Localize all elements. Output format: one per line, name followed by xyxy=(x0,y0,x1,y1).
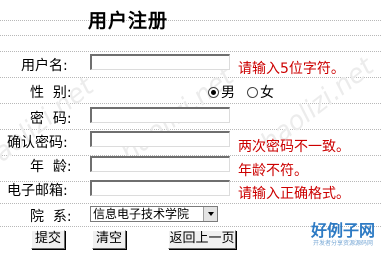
confirm-password-error: 两次密码不一致。 xyxy=(238,139,350,155)
age-label: 年 龄: xyxy=(30,159,72,175)
gender-male-option[interactable]: 男 xyxy=(208,82,235,102)
department-label: 院 系: xyxy=(30,209,72,225)
gender-female-option[interactable]: 女 xyxy=(247,82,274,102)
submit-button[interactable]: 提交 xyxy=(31,230,65,249)
clear-button[interactable]: 清空 xyxy=(92,230,126,249)
radio-unchecked-icon[interactable] xyxy=(247,86,258,98)
email-input[interactable] xyxy=(90,180,230,196)
logo-text: 好例子网 xyxy=(310,221,375,240)
page-title: 用户注册 xyxy=(88,10,169,32)
password-label: 密 码: xyxy=(30,111,72,127)
gender-male-label: 男 xyxy=(221,85,235,101)
confirm-password-label: 确认密码: xyxy=(7,135,68,151)
chevron-down-icon[interactable] xyxy=(203,207,217,221)
age-error: 年龄不符。 xyxy=(238,163,308,179)
email-label: 电子邮箱: xyxy=(7,183,68,199)
dotted-line xyxy=(0,51,381,52)
dotted-line xyxy=(0,20,381,21)
username-error: 请输入5位字符。 xyxy=(238,61,345,77)
username-label: 用户名: xyxy=(21,58,68,74)
email-error: 请输入正确格式。 xyxy=(238,186,350,202)
logo-tagline: 开发者分享资源源码网 xyxy=(312,240,373,247)
site-logo: 好例子网 开发者分享资源源码网 xyxy=(310,221,375,248)
department-selected-value: 信息电子技术学院 xyxy=(93,207,190,221)
radio-checked-icon[interactable] xyxy=(208,86,219,98)
password-input[interactable] xyxy=(90,107,230,123)
age-input[interactable] xyxy=(90,156,230,172)
dotted-line xyxy=(0,35,381,36)
dotted-line xyxy=(0,129,381,130)
username-input[interactable] xyxy=(90,54,230,70)
gender-label: 性 别: xyxy=(30,85,72,101)
gender-female-label: 女 xyxy=(260,85,274,101)
confirm-password-input[interactable] xyxy=(90,131,230,147)
back-button[interactable]: 返回上一页 xyxy=(168,230,236,249)
dotted-line xyxy=(0,103,381,104)
dotted-line xyxy=(0,203,381,204)
department-select[interactable]: 信息电子技术学院 xyxy=(90,206,218,222)
